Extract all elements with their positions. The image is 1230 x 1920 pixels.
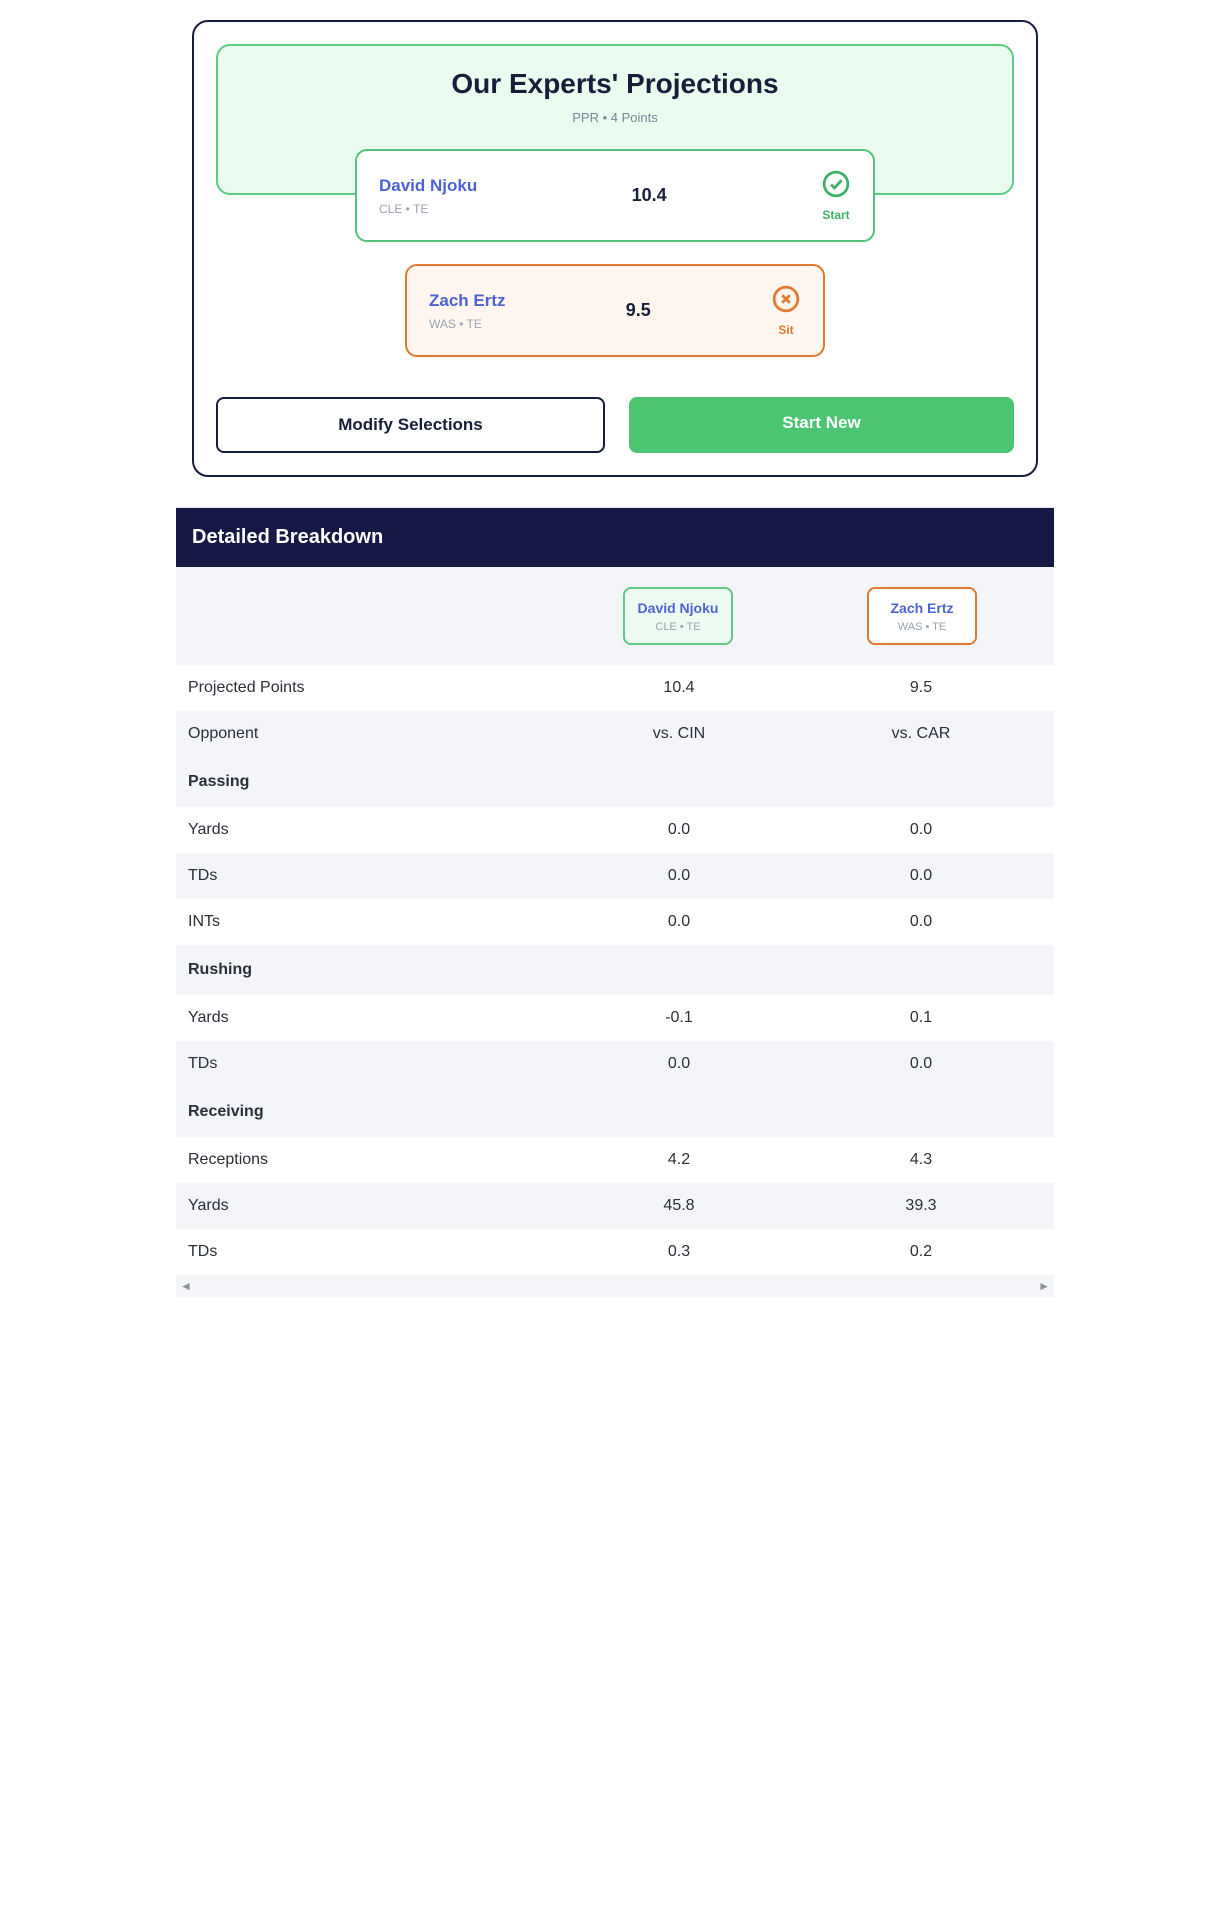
breakdown-row-value: 45.8 <box>558 1197 800 1215</box>
breakdown-row-value: vs. CIN <box>558 725 800 743</box>
breakdown-row-value: 0.0 <box>800 821 1042 839</box>
breakdown-row-value: -0.1 <box>558 1009 800 1027</box>
breakdown-row: Yards 0.0 0.0 <box>176 807 1054 853</box>
breakdown-player-tile[interactable]: Zach Ertz WAS • TE <box>867 587 977 645</box>
breakdown-row-value: 39.3 <box>800 1197 1042 1215</box>
breakdown-row: Projected Points 10.4 9.5 <box>176 665 1054 711</box>
breakdown-row-label: Receptions <box>188 1151 558 1169</box>
player-card-start[interactable]: David Njoku CLE • TE 10.4 Start <box>355 149 875 242</box>
breakdown-row-label: Opponent <box>188 725 558 743</box>
breakdown-title: Detailed Breakdown <box>176 508 1054 567</box>
player-name: Zach Ertz <box>429 291 506 311</box>
horizontal-scrollbar[interactable]: ◄ ► <box>176 1275 1054 1297</box>
breakdown-group-label: Rushing <box>188 961 558 979</box>
breakdown-row-value: 0.0 <box>558 867 800 885</box>
breakdown-row: TDs 0.3 0.2 <box>176 1229 1054 1275</box>
breakdown-row: Yards 45.8 39.3 <box>176 1183 1054 1229</box>
player-action-label: Sit <box>778 323 793 337</box>
breakdown-row: Receptions 4.2 4.3 <box>176 1137 1054 1183</box>
scroll-left-icon[interactable]: ◄ <box>180 1279 192 1293</box>
breakdown-row: TDs 0.0 0.0 <box>176 853 1054 899</box>
breakdown-header-player1: David Njoku CLE • TE <box>556 587 800 645</box>
player-name: Zach Ertz <box>881 599 963 617</box>
start-new-button[interactable]: Start New <box>629 397 1014 453</box>
breakdown-header-row: David Njoku CLE • TE Zach Ertz WAS • TE <box>176 567 1054 665</box>
player-teampos: WAS • TE <box>429 317 506 331</box>
breakdown-row-label: Yards <box>188 1009 558 1027</box>
breakdown-group-row: Passing <box>176 757 1054 807</box>
breakdown-row: TDs 0.0 0.0 <box>176 1041 1054 1087</box>
player-card-list: David Njoku CLE • TE 10.4 Start Zach Ert… <box>216 149 1014 357</box>
modify-selections-button[interactable]: Modify Selections <box>216 397 605 453</box>
breakdown-row-label: Projected Points <box>188 679 558 697</box>
player-action-label: Start <box>822 208 849 222</box>
breakdown-row-value: 0.0 <box>800 913 1042 931</box>
breakdown-row-label: INTs <box>188 913 558 931</box>
breakdown-row-value: 0.3 <box>558 1243 800 1261</box>
projections-title: Our Experts' Projections <box>228 68 1002 100</box>
breakdown-row-value: 0.0 <box>800 867 1042 885</box>
player-card-info: David Njoku CLE • TE <box>379 176 477 216</box>
breakdown-row: Opponent vs. CIN vs. CAR <box>176 711 1054 757</box>
breakdown-row-value: 4.3 <box>800 1151 1042 1169</box>
scroll-right-icon[interactable]: ► <box>1038 1279 1050 1293</box>
breakdown-group-row: Rushing <box>176 945 1054 995</box>
breakdown-row-value: 9.5 <box>800 679 1042 697</box>
player-teampos: CLE • TE <box>379 202 477 216</box>
breakdown-row-label: TDs <box>188 1055 558 1073</box>
player-card-info: Zach Ertz WAS • TE <box>429 291 506 331</box>
player-name: David Njoku <box>637 599 719 617</box>
player-card-sit[interactable]: Zach Ertz WAS • TE 9.5 Sit <box>405 264 825 357</box>
breakdown-row-value: 10.4 <box>558 679 800 697</box>
breakdown-row-value: 0.0 <box>558 821 800 839</box>
breakdown-player-tile[interactable]: David Njoku CLE • TE <box>623 587 733 645</box>
breakdown-row: Yards -0.1 0.1 <box>176 995 1054 1041</box>
breakdown-row-label: TDs <box>188 867 558 885</box>
breakdown-row-value: 0.1 <box>800 1009 1042 1027</box>
breakdown-group-label: Receiving <box>188 1103 558 1121</box>
player-points: 10.4 <box>632 185 667 206</box>
button-row: Modify Selections Start New <box>216 397 1014 453</box>
check-circle-icon <box>821 169 851 204</box>
breakdown-row-value: 0.0 <box>558 913 800 931</box>
breakdown-row-value: 0.0 <box>800 1055 1042 1073</box>
player-name: David Njoku <box>379 176 477 196</box>
player-action: Start <box>821 169 851 222</box>
x-circle-icon <box>771 284 801 319</box>
player-points: 9.5 <box>626 300 651 321</box>
breakdown-row: INTs 0.0 0.0 <box>176 899 1054 945</box>
player-teampos: WAS • TE <box>881 621 963 633</box>
breakdown-row-label: TDs <box>188 1243 558 1261</box>
breakdown-row-value: 4.2 <box>558 1151 800 1169</box>
breakdown-body: Projected Points 10.4 9.5Opponent vs. CI… <box>176 665 1054 1275</box>
projections-subtitle: PPR • 4 Points <box>228 110 1002 125</box>
breakdown-row-value: vs. CAR <box>800 725 1042 743</box>
breakdown-group-label: Passing <box>188 773 558 791</box>
breakdown-header-blank <box>186 587 556 645</box>
breakdown-row-value: 0.2 <box>800 1243 1042 1261</box>
breakdown-group-row: Receiving <box>176 1087 1054 1137</box>
player-action: Sit <box>771 284 801 337</box>
breakdown-row-label: Yards <box>188 1197 558 1215</box>
projections-card: Our Experts' Projections PPR • 4 Points … <box>192 20 1038 477</box>
player-teampos: CLE • TE <box>637 621 719 633</box>
breakdown-row-value: 0.0 <box>558 1055 800 1073</box>
breakdown-header-player2: Zach Ertz WAS • TE <box>800 587 1044 645</box>
breakdown-row-label: Yards <box>188 821 558 839</box>
